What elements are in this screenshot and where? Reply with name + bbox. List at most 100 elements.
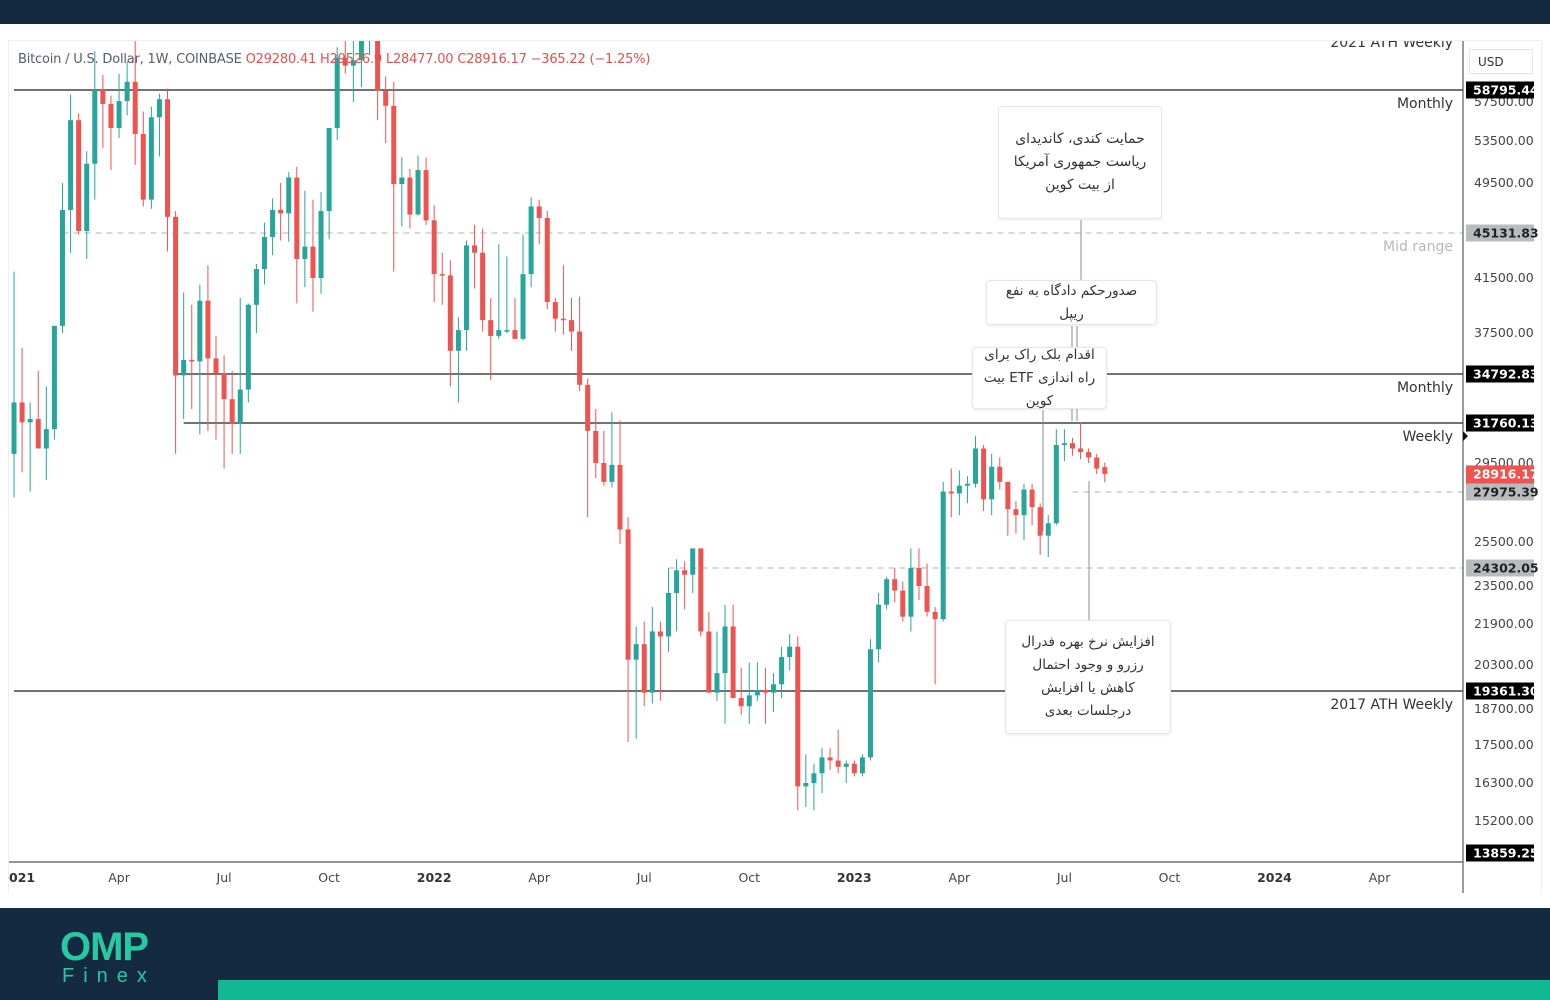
candle-body bbox=[213, 358, 219, 374]
candle bbox=[593, 408, 599, 479]
candle-body bbox=[132, 81, 138, 134]
candle bbox=[512, 297, 518, 339]
candle bbox=[1086, 448, 1092, 463]
candle bbox=[221, 355, 227, 469]
candle-body bbox=[730, 626, 736, 699]
candle bbox=[455, 317, 461, 403]
candle-body bbox=[1037, 507, 1043, 536]
candle-body bbox=[609, 464, 615, 482]
candle-body bbox=[156, 99, 162, 118]
candle-body bbox=[423, 170, 429, 221]
candle bbox=[302, 190, 308, 288]
y-tick-label: 25500.00 bbox=[1474, 534, 1534, 549]
candle bbox=[981, 444, 987, 512]
candle-body bbox=[253, 269, 259, 305]
y-tick-label: 16300.00 bbox=[1474, 775, 1534, 790]
currency-button[interactable]: USD bbox=[1469, 49, 1533, 74]
candle-body bbox=[488, 320, 494, 336]
x-tick-label: Oct bbox=[318, 870, 340, 885]
candle bbox=[261, 222, 267, 285]
candle-body bbox=[787, 646, 793, 658]
candle bbox=[447, 260, 453, 387]
x-tick-label: Apr bbox=[949, 870, 971, 885]
price-tag-label: 45131.83 bbox=[1473, 226, 1539, 241]
candle bbox=[504, 256, 510, 333]
candle-body bbox=[1021, 489, 1027, 516]
candle-body bbox=[997, 466, 1003, 482]
candle-body bbox=[27, 418, 33, 423]
candle bbox=[1005, 481, 1011, 536]
candle bbox=[278, 183, 284, 241]
candle bbox=[908, 548, 914, 632]
price-tag: 31760.13 bbox=[1466, 414, 1539, 432]
candle-body bbox=[552, 302, 558, 319]
candle-body bbox=[261, 236, 267, 270]
candle bbox=[876, 592, 882, 663]
candle-body bbox=[738, 698, 744, 707]
candle bbox=[819, 748, 825, 794]
y-tick-label: 49500.00 bbox=[1474, 175, 1534, 190]
x-tick-label: 2024 bbox=[1257, 870, 1292, 885]
x-tick-label: Oct bbox=[738, 870, 760, 885]
chart-panel[interactable]: 2021 ATH Weekly Monthly Mid range Monthly We… bbox=[8, 40, 1542, 893]
candle bbox=[641, 621, 647, 707]
candle-body bbox=[722, 626, 728, 674]
candle bbox=[1094, 453, 1100, 475]
candle bbox=[779, 646, 785, 699]
candle-body bbox=[520, 274, 526, 339]
candle bbox=[811, 763, 817, 811]
candle bbox=[1078, 422, 1084, 460]
candle bbox=[43, 386, 49, 480]
level-lines: 2021 ATH Weekly Monthly Mid range Monthly We… bbox=[14, 41, 1463, 713]
candle-body bbox=[560, 318, 566, 321]
candle bbox=[431, 205, 437, 303]
candle bbox=[601, 430, 607, 486]
candle bbox=[229, 370, 235, 454]
candle-body bbox=[827, 757, 833, 761]
candle bbox=[124, 61, 130, 116]
candle-body bbox=[593, 430, 599, 463]
candle bbox=[892, 568, 898, 603]
candle bbox=[205, 265, 211, 431]
candle-body bbox=[399, 177, 405, 185]
candle bbox=[544, 211, 550, 309]
candle bbox=[27, 402, 33, 492]
candle bbox=[956, 470, 962, 516]
candle bbox=[270, 198, 276, 256]
candlestick-chart[interactable]: 2021 ATH Weekly Monthly Mid range Monthly We… bbox=[9, 41, 1541, 893]
candle bbox=[391, 81, 397, 272]
candle bbox=[698, 548, 704, 637]
candle bbox=[932, 607, 938, 685]
candle-body bbox=[19, 402, 25, 423]
candle bbox=[480, 228, 486, 332]
x-tick-label: Oct bbox=[1159, 870, 1181, 885]
candle-body bbox=[771, 684, 777, 693]
candle-body bbox=[431, 220, 437, 275]
candle bbox=[1102, 462, 1108, 483]
candle bbox=[245, 303, 251, 403]
candle-body bbox=[932, 611, 938, 620]
candle bbox=[795, 636, 801, 811]
candle-body bbox=[116, 101, 122, 129]
candle-body bbox=[100, 89, 106, 104]
price-tag: 27975.39 bbox=[1466, 483, 1539, 501]
candle bbox=[1021, 483, 1027, 540]
candle bbox=[916, 548, 922, 600]
candle bbox=[940, 481, 946, 622]
candle bbox=[148, 106, 154, 209]
candle-body bbox=[1102, 467, 1108, 474]
candle-body bbox=[908, 568, 914, 617]
annotation-kennedy: حمایت کندی، کاندیدای ریاست جمهوری آمریکا… bbox=[998, 106, 1162, 219]
candle-body bbox=[649, 631, 655, 693]
candle bbox=[423, 157, 429, 226]
candle-body bbox=[229, 399, 235, 425]
candle-body bbox=[811, 773, 817, 783]
candle-body bbox=[682, 570, 688, 575]
candle-body bbox=[867, 649, 873, 758]
candle bbox=[488, 297, 494, 381]
price-tag-label: 19361.30 bbox=[1473, 684, 1539, 699]
candle-body bbox=[205, 300, 211, 359]
candle-body bbox=[415, 170, 421, 215]
candle bbox=[326, 128, 332, 240]
candle bbox=[633, 626, 639, 739]
